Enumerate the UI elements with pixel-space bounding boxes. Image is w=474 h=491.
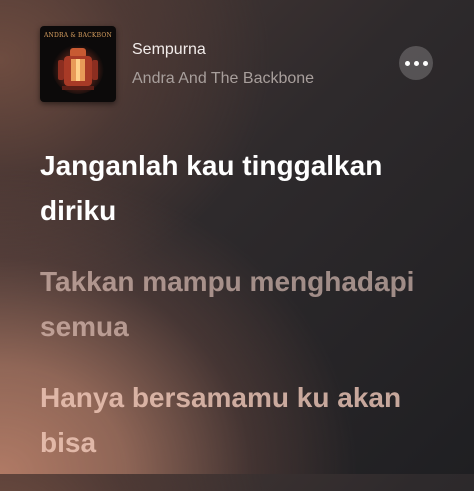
track-title[interactable]: Sempurna — [132, 41, 206, 59]
lyrics-view: Janganlah kau tinggalkan diriku Takkan m… — [40, 143, 460, 491]
ellipsis-icon-dot — [413, 60, 419, 66]
lyric-line-upcoming[interactable]: Takkan mampu menghadapi semua — [40, 259, 460, 349]
track-artist[interactable]: Andra And The Backbone — [132, 70, 314, 88]
now-playing-header: ANDRA & BACKBONE Sempurna Andra And The … — [40, 26, 460, 104]
album-cover-figure — [52, 42, 104, 94]
ellipsis-icon-dot — [404, 60, 410, 66]
more-options-button[interactable] — [399, 46, 433, 80]
ellipsis-icon-dot — [422, 60, 428, 66]
lyric-line-active[interactable]: Janganlah kau tinggalkan diriku — [40, 143, 460, 233]
lyric-line-upcoming[interactable]: Hanya bersamamu ku akan bisa — [40, 375, 460, 465]
album-art[interactable]: ANDRA & BACKBONE — [40, 26, 116, 102]
